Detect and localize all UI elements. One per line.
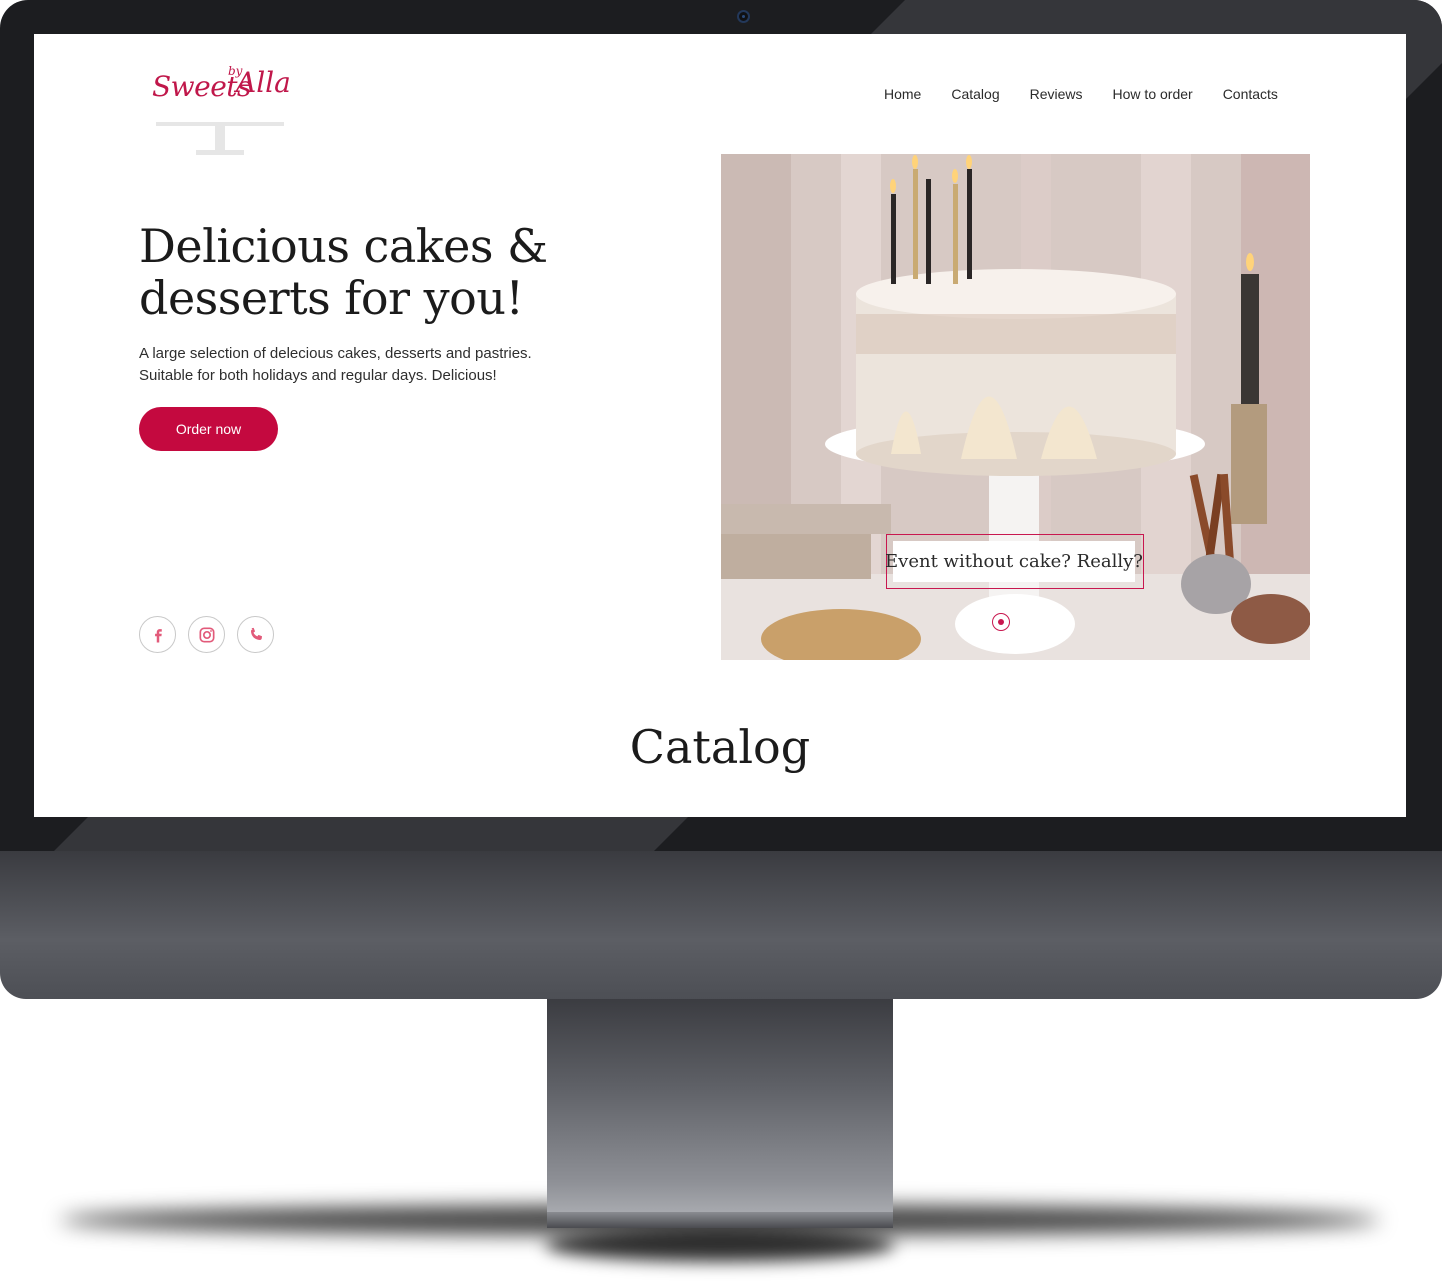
slide-caption: Event without cake? Really?	[885, 541, 1143, 582]
camera-icon	[737, 10, 750, 23]
logo-word-alla: Alla	[236, 66, 291, 99]
hero-slider[interactable]: Event without cake? Really?	[721, 154, 1310, 660]
monitor-stand-foot	[547, 1212, 893, 1228]
website-screen: Sweets by Alla Home Catalog Reviews How …	[34, 34, 1406, 817]
monitor-stand	[547, 999, 893, 1214]
monitor-bezel: Sweets by Alla Home Catalog Reviews How …	[0, 0, 1442, 851]
order-now-button[interactable]: Order now	[139, 407, 278, 451]
instagram-button[interactable]	[188, 616, 225, 653]
catalog-heading: Catalog	[629, 720, 811, 774]
phone-button[interactable]	[237, 616, 274, 653]
monitor-chin	[0, 851, 1442, 999]
instagram-icon	[199, 627, 214, 642]
main-nav: Home Catalog Reviews How to order Contac…	[884, 86, 1278, 102]
site-logo[interactable]: Sweets by Alla	[150, 60, 291, 155]
nav-home[interactable]: Home	[884, 86, 921, 102]
nav-reviews[interactable]: Reviews	[1030, 86, 1083, 102]
nav-catalog[interactable]: Catalog	[951, 86, 999, 102]
social-links	[139, 616, 286, 653]
hero-title: Delicious cakes & desserts for you!	[139, 219, 548, 325]
slider-dot-3[interactable]	[1054, 619, 1060, 625]
slider-dots	[992, 613, 1060, 631]
nav-contacts[interactable]: Contacts	[1223, 86, 1278, 102]
facebook-icon	[154, 628, 162, 642]
facebook-button[interactable]	[139, 616, 176, 653]
phone-icon	[250, 627, 262, 640]
slide-caption-frame: Event without cake? Really?	[885, 534, 1144, 589]
nav-how-to-order[interactable]: How to order	[1113, 86, 1193, 102]
hero-description: A large selection of delecious cakes, de…	[139, 345, 532, 384]
slider-dot-2[interactable]	[1029, 619, 1035, 625]
stand-shadow	[545, 1228, 895, 1262]
cake-stand-icon	[156, 122, 284, 155]
slider-dot-1[interactable]	[992, 613, 1010, 631]
